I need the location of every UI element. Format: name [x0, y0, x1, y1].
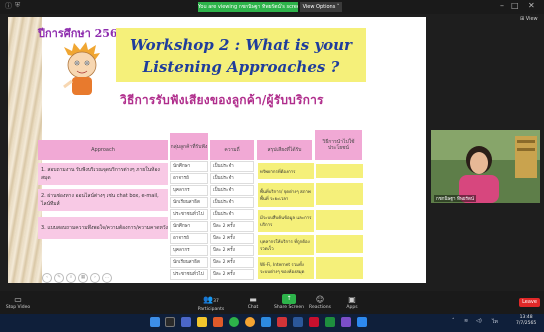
summary-note: บุคลากรให้บริการ ที่ถูกต้องรวดเร็ว: [258, 235, 314, 255]
close-icon[interactable]: ✕: [528, 1, 535, 10]
view-options-button[interactable]: View Options ˅: [300, 2, 342, 12]
grid-icon[interactable]: ▦: [78, 273, 88, 283]
approach-3: 3. แบบสอบถามความพึงพอใจ/ความต้องการ/ความ…: [38, 217, 168, 239]
shared-slide: ปีการศึกษา 2564 Workshop 2 : What is you…: [8, 17, 426, 283]
frequency-cell: เป็นประจำ: [210, 185, 254, 196]
taskbar-clock[interactable]: 13:48 7/7/2565: [516, 315, 536, 327]
zoom-icon[interactable]: ⌕: [66, 273, 76, 283]
frequency-cell: ปีละ 2 ครั้ง: [210, 245, 254, 256]
group-cell: นักเรียนสาธิต: [170, 197, 208, 208]
participant-video[interactable]: [431, 130, 540, 203]
frequency-cell: ปีละ 2 ครั้ง: [210, 233, 254, 244]
zoom-app-icon[interactable]: [261, 317, 271, 327]
frequency-cell: เป็นประจำ: [210, 197, 254, 208]
empty-sticky-note: [316, 210, 363, 230]
group-cell: บุคลากร: [170, 185, 208, 196]
app-icon[interactable]: [245, 317, 255, 327]
participants-icon: 👥37: [203, 295, 219, 304]
cartoon-boy-icon: [63, 42, 100, 95]
group-cell: นักเรียนสาธิต: [170, 257, 208, 268]
app-icon[interactable]: [325, 317, 335, 327]
summary-note: พื้นที่บริการ/ จุดต่างๆ สภาพพื้นที่ ระยะ…: [258, 183, 314, 207]
frequency-cell: เป็นประจำ: [210, 173, 254, 184]
chat-icon: ▬: [249, 295, 257, 304]
minimize-icon[interactable]: –: [500, 1, 504, 10]
slide-annotation-controls: ‹ ✎ ⌕ ▦ ›…: [42, 263, 114, 283]
leave-button[interactable]: Leave: [519, 298, 540, 307]
stop-video-button[interactable]: ▭ Stop Video: [3, 295, 33, 310]
summary-note: มีระบบสืบค้นข้อมูล และการบริการ: [258, 210, 314, 232]
group-cell: อาจารย์: [170, 173, 208, 184]
pen-icon[interactable]: ✎: [54, 273, 64, 283]
more-icon[interactable]: …: [102, 273, 112, 283]
wifi-icon[interactable]: ≋: [464, 318, 468, 324]
group-cell: บุคลากร: [170, 245, 208, 256]
sharing-banner: You are viewing กชกนิษฐา ทิพยรัตน์'s scr…: [198, 2, 298, 12]
task-view-icon[interactable]: [181, 317, 191, 327]
app-icon[interactable]: [357, 317, 367, 327]
empty-sticky-note: [316, 235, 363, 253]
prev-slide-icon[interactable]: ‹: [42, 273, 52, 283]
view-layout-button[interactable]: ⊞ View: [520, 16, 538, 22]
wood-border: [8, 17, 42, 283]
next-slide-icon[interactable]: ›: [90, 273, 100, 283]
zoom-info-icon[interactable]: ⓘ: [5, 1, 12, 11]
empty-sticky-note: [316, 183, 363, 205]
group-cell: นักศึกษา: [170, 221, 208, 232]
title-line-1: Workshop 2 : What is your: [130, 36, 352, 54]
language-icon[interactable]: ไท: [492, 318, 498, 326]
group-cell: ประชาชนทั่วไป: [170, 269, 208, 280]
search-icon[interactable]: [165, 317, 175, 327]
apps-button[interactable]: ▣ Apps: [337, 295, 367, 310]
slide-subtitle: วิธีการรับฟังเสียงของลูกค้า/ผู้รับบริการ: [120, 93, 324, 107]
summary-note: Wi-Fi, Internet รวมทั้งระบบต่างๆ ของห้อง…: [258, 257, 314, 279]
title-line-2: Listening Approaches ?: [142, 58, 340, 76]
app-icon[interactable]: [309, 317, 319, 327]
frequency-cell: ปีละ 2 ครั้ง: [210, 269, 254, 280]
zoom-toolbar: [0, 291, 544, 314]
participants-button[interactable]: 👥37 Participants: [196, 295, 226, 312]
share-screen-icon[interactable]: ↑: [282, 294, 296, 304]
approach-1: 1. สอบถามงาน รับฟังบริเวณจุดบริการต่างๆ …: [38, 163, 168, 185]
group-cell: นักศึกษา: [170, 161, 208, 172]
start-icon[interactable]: [150, 317, 160, 327]
header-group: กลุ่มลูกค้าที่รับฟัง: [170, 133, 208, 160]
chat-button[interactable]: ▬ Chat: [238, 295, 268, 310]
participant-name: กชกนิษฐา ทิพยรัตน์: [434, 195, 476, 202]
reactions-icon: ☺: [315, 295, 325, 304]
approach-2: 2. ผ่านช่องทาง ออนไลน์ต่างๆ เช่น chat bo…: [38, 189, 168, 211]
app-icon[interactable]: [213, 317, 223, 327]
title-box: Workshop 2 : What is your Listening Appr…: [116, 28, 366, 82]
frequency-cell: เป็นประจำ: [210, 161, 254, 172]
header-approach: Approach: [38, 140, 168, 160]
volume-icon[interactable]: ◁): [476, 318, 482, 324]
header-summary: สรุปเสียงที่ได้รับ: [257, 140, 312, 160]
summary-note: ทรัพยากรที่ต้องการ: [258, 163, 314, 179]
file-explorer-icon[interactable]: [197, 317, 207, 327]
frequency-cell: ปีละ 2 ครั้ง: [210, 257, 254, 268]
apps-icon: ▣: [348, 295, 356, 304]
shield-icon[interactable]: ⛨: [15, 1, 20, 10]
frequency-cell: เป็นประจำ: [210, 209, 254, 220]
app-icon[interactable]: [341, 317, 351, 327]
frequency-cell: ปีละ 2 ครั้ง: [210, 221, 254, 232]
video-camera-icon: ▭: [14, 295, 22, 304]
empty-sticky-note: [316, 164, 363, 178]
reactions-button[interactable]: ☺ Reactions: [305, 295, 335, 310]
group-cell: ประชาชนทั่วไป: [170, 209, 208, 220]
maximize-icon[interactable]: □: [511, 1, 519, 10]
group-cell: อาจารย์: [170, 233, 208, 244]
word-icon[interactable]: [293, 317, 303, 327]
header-benefit: วิธีการนำไปใช้ประโยชน์: [315, 130, 362, 160]
chrome-icon[interactable]: [229, 317, 239, 327]
windows-taskbar: [0, 314, 544, 332]
share-screen-button[interactable]: Share Screen: [274, 305, 304, 310]
tray-up-icon[interactable]: ˄: [452, 318, 455, 324]
powerpoint-icon[interactable]: [277, 317, 287, 327]
empty-sticky-note: [316, 257, 363, 279]
header-frequency: ความถี่: [210, 140, 254, 160]
academic-year: ปีการศึกษา 2564: [38, 27, 126, 40]
